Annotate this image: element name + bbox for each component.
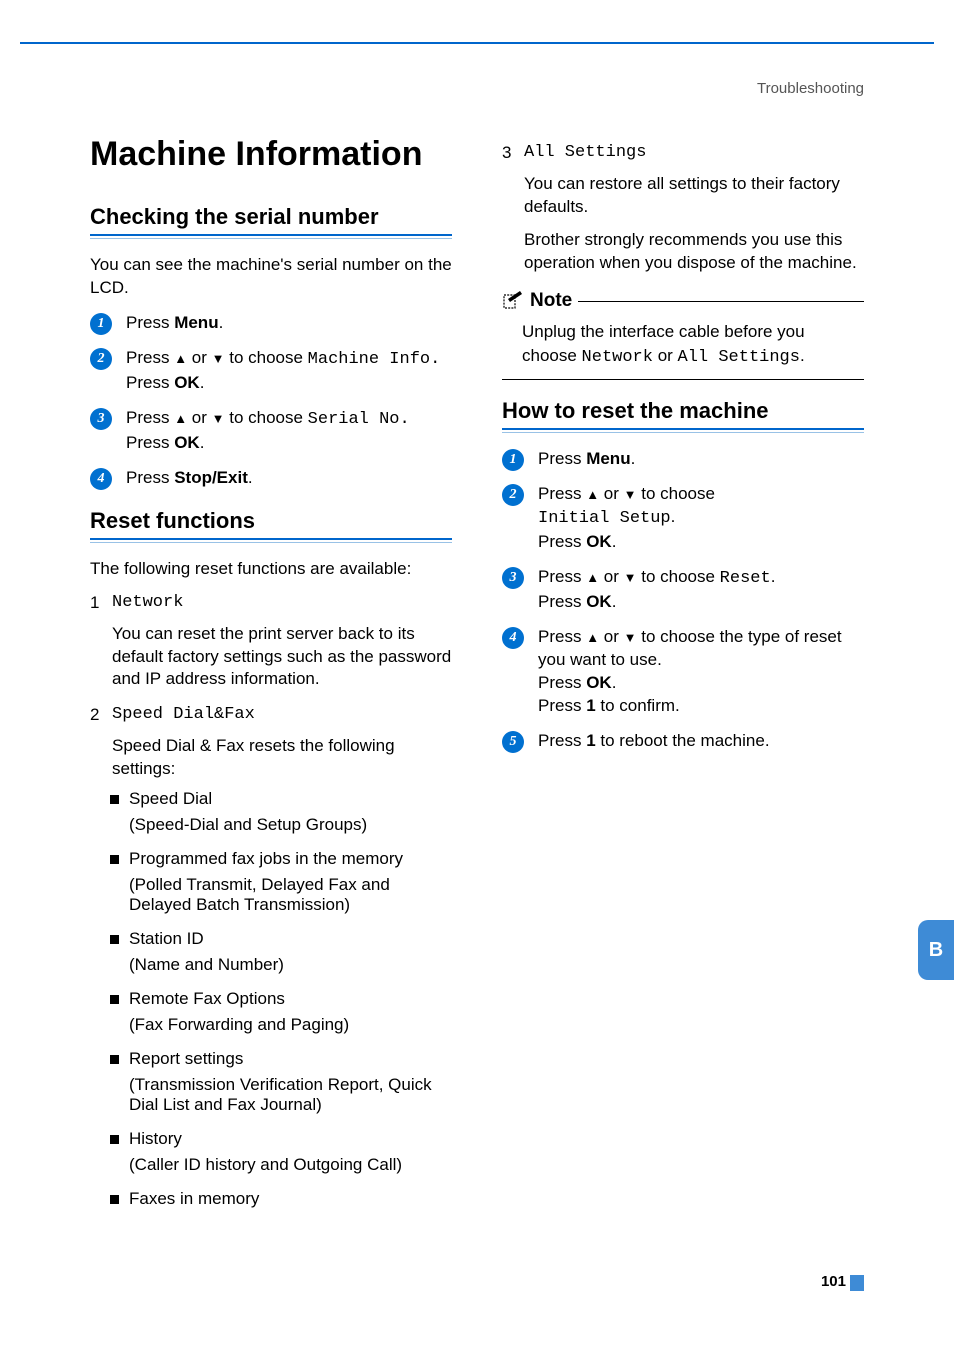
note-title: Note	[530, 290, 572, 312]
step-badge: 4	[90, 468, 112, 490]
step-badge: 1	[502, 449, 524, 471]
square-bullet-icon	[110, 795, 119, 804]
reset-step-1: 1 Press Menu.	[502, 448, 864, 471]
reset-step-2: 2 Press ▲ or ▼ to choose Initial Setup. …	[502, 483, 864, 554]
reset-item-3: 3 All Settings You can restore all setti…	[502, 143, 864, 275]
reset-item-1: 1 Network You can reset the print server…	[90, 593, 452, 692]
step-body: Press ▲ or ▼ to choose Initial Setup. Pr…	[538, 483, 864, 554]
serial-step-4: 4 Press Stop/Exit.	[90, 467, 452, 490]
note-rule	[578, 301, 864, 303]
heading-how-to-reset: How to reset the machine	[502, 398, 864, 430]
heading-reset-functions: Reset functions	[90, 508, 452, 540]
step-body: Press ▲ or ▼ to choose Reset. Press OK.	[538, 566, 864, 614]
step-body: Press Menu.	[126, 312, 452, 335]
note-body: Unplug the interface cable before you ch…	[502, 314, 864, 381]
step-body: Press 1 to reboot the machine.	[538, 730, 864, 753]
heading-serial: Checking the serial number	[90, 204, 452, 236]
serial-intro: You can see the machine's serial number …	[90, 254, 452, 300]
step-badge: 2	[90, 348, 112, 370]
header-section: Troubleshooting	[757, 80, 864, 97]
right-column: 3 All Settings You can restore all setti…	[502, 135, 864, 1223]
square-bullet-icon	[110, 855, 119, 864]
step-body: Press Stop/Exit.	[126, 467, 452, 490]
reset-item-2: 2 Speed Dial&Fax Speed Dial & Fax resets…	[90, 705, 452, 1209]
bullet-speed-dial: Speed Dial (Speed-Dial and Setup Groups)	[110, 789, 452, 835]
serial-step-3: 3 Press ▲ or ▼ to choose Serial No. Pres…	[90, 407, 452, 455]
square-bullet-icon	[110, 1135, 119, 1144]
list-desc: You can reset the print server back to i…	[112, 623, 452, 692]
bullet-history: History (Caller ID history and Outgoing …	[110, 1129, 452, 1175]
list-number: 1	[90, 593, 112, 613]
bullet-programmed-fax: Programmed fax jobs in the memory (Polle…	[110, 849, 452, 915]
square-bullet-icon	[110, 935, 119, 944]
page-accent	[850, 1275, 864, 1291]
step-badge: 3	[90, 408, 112, 430]
reset-step-4: 4 Press ▲ or ▼ to choose the type of res…	[502, 626, 864, 718]
bullet-report-settings: Report settings (Transmission Verificati…	[110, 1049, 452, 1115]
page-number: 101	[821, 1273, 846, 1290]
step-badge: 5	[502, 731, 524, 753]
list-number: 3	[502, 143, 524, 163]
note-box: Note Unplug the interface cable before y…	[502, 289, 864, 381]
step-badge: 4	[502, 627, 524, 649]
top-rule	[20, 42, 934, 44]
square-bullet-icon	[110, 1055, 119, 1064]
section-tab: B	[918, 920, 954, 980]
reset-intro: The following reset functions are availa…	[90, 558, 452, 581]
list-code: Speed Dial&Fax	[112, 705, 452, 725]
list-desc: You can restore all settings to their fa…	[524, 173, 864, 219]
list-code: Network	[112, 593, 452, 613]
content-wrap: Machine Information Checking the serial …	[90, 135, 864, 1223]
serial-step-1: 1 Press Menu.	[90, 312, 452, 335]
step-body: Press ▲ or ▼ to choose Machine Info. Pre…	[126, 347, 452, 395]
step-badge: 1	[90, 313, 112, 335]
reset-step-5: 5 Press 1 to reboot the machine.	[502, 730, 864, 753]
list-number: 2	[90, 705, 112, 725]
step-body: Press Menu.	[538, 448, 864, 471]
square-bullet-icon	[110, 995, 119, 1004]
list-desc: Brother strongly recommends you use this…	[524, 229, 864, 275]
bullet-list: Speed Dial (Speed-Dial and Setup Groups)…	[110, 789, 452, 1209]
step-body: Press ▲ or ▼ to choose the type of reset…	[538, 626, 864, 718]
page-title: Machine Information	[90, 135, 452, 174]
step-badge: 2	[502, 484, 524, 506]
bullet-remote-fax: Remote Fax Options (Fax Forwarding and P…	[110, 989, 452, 1035]
note-icon	[502, 289, 524, 314]
list-desc: Speed Dial & Fax resets the following se…	[112, 735, 452, 781]
list-code: All Settings	[524, 143, 864, 163]
step-badge: 3	[502, 567, 524, 589]
bullet-faxes-memory: Faxes in memory	[110, 1189, 452, 1209]
left-column: Machine Information Checking the serial …	[90, 135, 452, 1223]
reset-step-3: 3 Press ▲ or ▼ to choose Reset. Press OK…	[502, 566, 864, 614]
serial-step-2: 2 Press ▲ or ▼ to choose Machine Info. P…	[90, 347, 452, 395]
square-bullet-icon	[110, 1195, 119, 1204]
bullet-station-id: Station ID (Name and Number)	[110, 929, 452, 975]
step-body: Press ▲ or ▼ to choose Serial No. Press …	[126, 407, 452, 455]
